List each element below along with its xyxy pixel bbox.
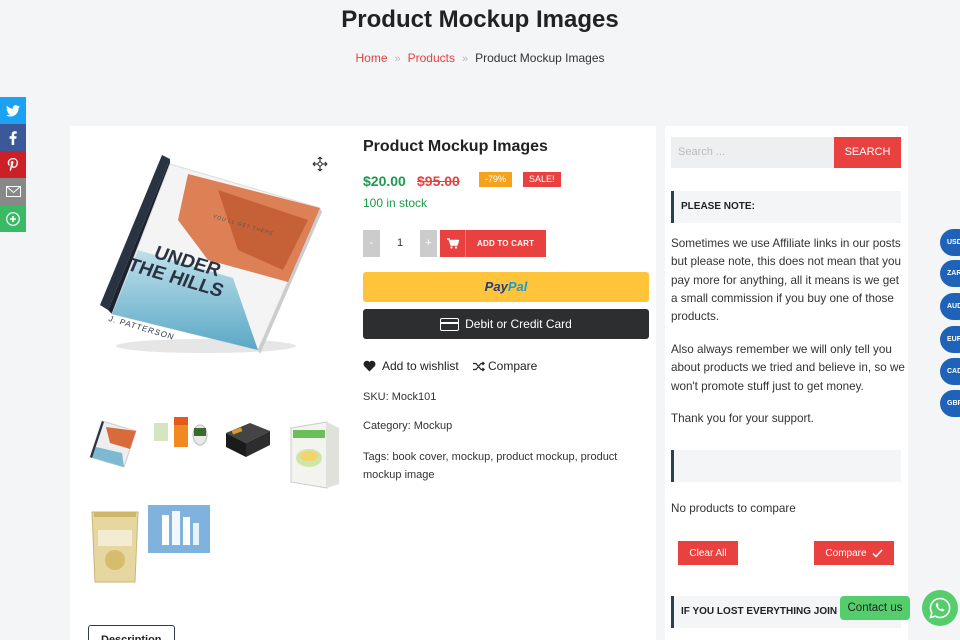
email-icon[interactable] (0, 178, 26, 205)
facebook-icon[interactable] (0, 124, 26, 151)
thumbnail-snack-bag[interactable] (86, 508, 144, 583)
search-button[interactable]: SEARCH (834, 137, 901, 168)
quantity-increase-button[interactable]: + (420, 230, 437, 257)
paypal-button[interactable]: PayPal (363, 272, 649, 302)
check-icon (872, 548, 883, 558)
currency-eur[interactable]: EUR (940, 326, 960, 353)
share-bar (0, 97, 26, 232)
note-paragraph-1: Sometimes we use Affiliate links in our … (671, 237, 902, 324)
debit-card-button[interactable]: Debit or Credit Card (363, 309, 649, 339)
compare-empty-text: No products to compare (671, 502, 796, 515)
sku-value: Mock101 (391, 391, 437, 403)
breadcrumb-products[interactable]: Products (408, 51, 455, 65)
breadcrumb-separator: » (394, 53, 401, 65)
breadcrumb-separator: » (461, 53, 469, 65)
tab-description[interactable]: Description (88, 625, 175, 640)
tags-links[interactable]: book cover, mockup, product mockup, prod… (363, 451, 617, 481)
paypal-logo-pal: Pal (507, 279, 528, 294)
thumbnail-black-box[interactable] (220, 413, 278, 471)
clear-all-button[interactable]: Clear All (678, 541, 738, 565)
credit-card-icon (440, 317, 460, 331)
currency-zar[interactable]: ZAR (940, 260, 960, 287)
thumbnail-cosmetics[interactable] (148, 505, 210, 563)
cart-icon (440, 230, 466, 257)
discount-badge: -79% (479, 172, 513, 187)
zoom-icon[interactable] (312, 156, 328, 172)
twitter-icon[interactable] (0, 97, 26, 124)
product-title: Product Mockup Images (363, 138, 548, 155)
category-link[interactable]: Mockup (414, 420, 453, 432)
please-note-title: PLEASE NOTE: (671, 191, 901, 223)
compare-button-label: Compare (825, 547, 867, 559)
tags-label: Tags: (363, 451, 390, 463)
note-paragraph-2: Also always remember we will only tell y… (671, 343, 905, 393)
breadcrumb: Home » Products » Product Mockup Images (0, 51, 960, 65)
regular-price: $95.00 (417, 173, 460, 189)
add-to-cart-button[interactable]: ADD TO CART (440, 230, 546, 257)
product-main-image[interactable]: YOU'LL GET THERE UNDER THE HILLS J. PATT… (88, 150, 323, 360)
currency-usd[interactable]: USD (940, 229, 960, 256)
sale-badge: SALE! (523, 172, 561, 187)
currency-gbp[interactable]: GBP (940, 390, 960, 417)
category-label: Category: (363, 420, 411, 432)
compare-widget-title (671, 450, 901, 482)
category-line: Category: Mockup (363, 417, 452, 435)
currency-aud[interactable]: AUD (940, 293, 960, 320)
thumbnail-cereal-box[interactable] (285, 418, 343, 489)
sku-line: SKU: Mock101 (363, 388, 436, 406)
pinterest-icon[interactable] (0, 151, 26, 178)
page-title: Product Mockup Images (341, 6, 619, 33)
sale-price: $20.00 (363, 173, 406, 189)
currency-cad[interactable]: CAD (940, 358, 960, 385)
heart-icon (363, 360, 376, 372)
whatsapp-icon[interactable] (922, 590, 958, 626)
search-input[interactable]: Search ... (671, 137, 834, 168)
thumbnail-packaging[interactable] (150, 413, 208, 471)
contact-us-label[interactable]: Contact us (840, 596, 910, 620)
add-to-wishlist-link[interactable]: Add to wishlist (363, 359, 459, 373)
compare-label: Compare (488, 359, 538, 373)
compare-link[interactable]: Compare (473, 359, 537, 373)
add-to-cart-label: ADD TO CART (477, 239, 535, 248)
note-paragraph-3: Thank you for your support. (671, 412, 814, 425)
tags-line: Tags: book cover, mockup, product mockup… (363, 448, 633, 484)
stock-status: 100 in stock (363, 196, 428, 210)
compare-button[interactable]: Compare (814, 541, 894, 565)
thumbnail-book[interactable] (86, 413, 144, 471)
more-share-icon[interactable] (0, 205, 26, 232)
debit-card-label: Debit or Credit Card (465, 317, 572, 331)
quantity-decrease-button[interactable]: - (363, 230, 380, 257)
breadcrumb-home[interactable]: Home (355, 51, 387, 65)
sku-label: SKU: (363, 391, 389, 403)
paypal-logo-pay: Pay (484, 279, 508, 294)
breadcrumb-current: Product Mockup Images (475, 51, 605, 65)
wishlist-label: Add to wishlist (382, 359, 459, 373)
page-header: Product Mockup Images Home » Products » Prod… (0, 0, 960, 118)
shuffle-icon (473, 361, 485, 371)
quantity-input[interactable]: 1 (380, 230, 420, 257)
